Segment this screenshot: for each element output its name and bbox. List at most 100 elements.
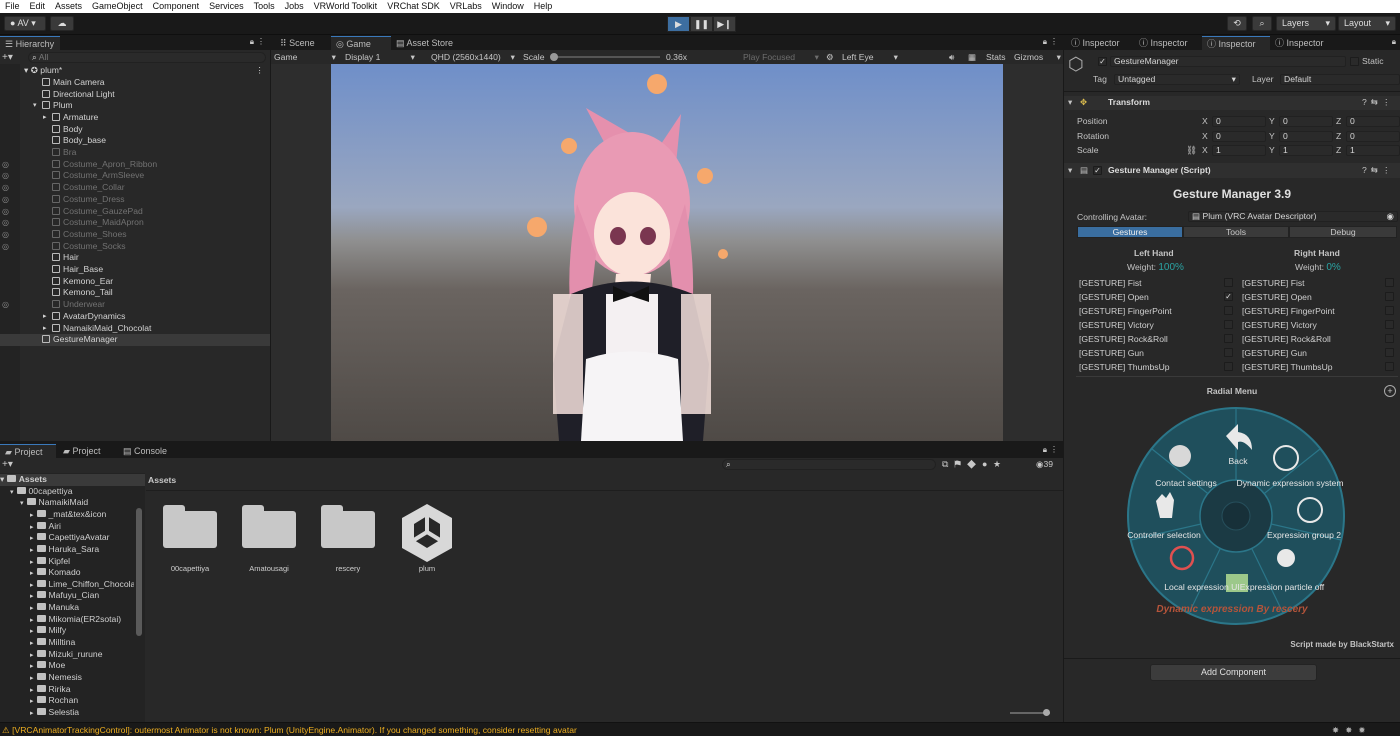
object-name-input[interactable]: GestureManager — [1110, 56, 1346, 67]
menu-item-vrworld-toolkit[interactable]: VRWorld Toolkit — [309, 0, 383, 13]
static-checkbox[interactable] — [1350, 57, 1359, 66]
audio-icon[interactable]: 🔊︎ — [949, 50, 954, 64]
menu-item-assets[interactable]: Assets — [50, 0, 87, 13]
tag-dropdown[interactable]: Untagged ▾ — [1114, 74, 1240, 85]
tree-folder[interactable]: ▸ Milfy — [30, 625, 134, 637]
hierarchy-item[interactable]: Costume_MaidApron — [0, 217, 270, 229]
step-button[interactable]: ▶❙ — [713, 16, 736, 32]
transform-header[interactable]: ▾ ✥ Transform ?⇆⋮ — [1064, 96, 1400, 110]
left-gesture-checkbox[interactable] — [1224, 348, 1233, 357]
account-dropdown[interactable]: ● AV ▾ — [4, 16, 46, 31]
hierarchy-item[interactable]: Costume_Collar — [0, 182, 270, 194]
hidden-count[interactable]: ◉39 — [1036, 459, 1053, 470]
kebab-menu-icon[interactable]: ⋮ — [1050, 37, 1058, 46]
hierarchy-item[interactable]: ▾ Plum — [0, 100, 270, 112]
hierarchy-item[interactable]: ▸ Armature — [0, 112, 270, 124]
hierarchy-item[interactable]: Hair — [0, 252, 270, 264]
tab-inspector-3[interactable]: ⓘ Inspector — [1202, 36, 1270, 50]
radial-menu[interactable] — [1126, 406, 1346, 626]
layer-dropdown[interactable]: Default — [1280, 74, 1400, 85]
menu-item-vrlabs[interactable]: VRLabs — [445, 0, 487, 13]
lock-icon[interactable]: 🔒︎ — [1043, 445, 1047, 455]
tree-scrollbar[interactable] — [136, 508, 142, 636]
hierarchy-search-input[interactable]: ⌕ All — [28, 52, 266, 63]
tab-scene[interactable]: ⠿ Scene — [275, 36, 333, 50]
add-icon[interactable]: +▾ — [2, 52, 13, 63]
transform-scale-x-input[interactable]: 1 — [1212, 145, 1266, 156]
right-gesture-checkbox[interactable] — [1385, 292, 1394, 301]
hidden-eye-icon[interactable]: ◎ — [2, 182, 9, 194]
tree-folder[interactable]: ▸ Selestia — [30, 707, 134, 719]
left-gesture-checkbox[interactable]: ✓ — [1224, 292, 1233, 301]
radial-item-label[interactable]: Contact settings — [1155, 478, 1217, 488]
radial-item-label[interactable]: Expression particle off — [1240, 582, 1324, 592]
game-mode-dropdown[interactable]: Game ▾ — [274, 50, 336, 64]
hidden-eye-icon[interactable]: ◎ — [2, 159, 9, 171]
hierarchy-item[interactable]: ▸ AvatarDynamics — [0, 311, 270, 323]
foldout-arrow-icon[interactable]: ▸ — [43, 112, 47, 124]
right-gesture-row[interactable]: [GESTURE] Gun — [1242, 346, 1307, 360]
foldout-arrow-icon[interactable]: ▾ — [33, 100, 37, 112]
tree-folder[interactable]: ▸ Haruka_Sara — [30, 544, 134, 556]
subtab-gestures[interactable]: Gestures — [1077, 226, 1183, 238]
tree-folder[interactable]: ▸ Lime_Chiffon_Chocolat — [30, 579, 134, 591]
component-tools-icons[interactable]: ?⇆⋮ — [1362, 165, 1395, 176]
transform-position-x-input[interactable]: 0 — [1212, 116, 1266, 127]
asset-item[interactable]: 00capettiya — [160, 502, 220, 573]
search-button[interactable]: ⌕ — [1252, 16, 1272, 31]
menu-item-tools[interactable]: Tools — [249, 0, 280, 13]
add-circle-icon[interactable]: + — [1384, 385, 1396, 397]
layout-dropdown[interactable]: Layout ▾ — [1338, 16, 1396, 31]
tab-inspector-1[interactable]: ⓘ Inspector — [1066, 36, 1134, 50]
right-gesture-row[interactable]: [GESTURE] ThumbsUp — [1242, 360, 1333, 374]
history-button[interactable]: ⟲ — [1227, 16, 1247, 31]
link-scale-icon[interactable]: ⛓ — [1186, 145, 1197, 156]
asset-item[interactable]: plum — [397, 502, 457, 573]
hierarchy-item[interactable]: Costume_ArmSleeve — [0, 170, 270, 182]
tree-folder[interactable]: ▸ Milltina — [30, 637, 134, 649]
tab-inspector-2[interactable]: ⓘ Inspector — [1134, 36, 1202, 50]
foldout-arrow-icon[interactable]: ▸ — [43, 311, 47, 323]
tree-folder[interactable]: ▸ Nemesis — [30, 672, 134, 684]
hierarchy-item[interactable]: Bra — [0, 147, 270, 159]
tab-hierarchy[interactable]: ☰ Hierarchy — [0, 36, 60, 50]
right-gesture-row[interactable]: [GESTURE] FingerPoint — [1242, 304, 1335, 318]
scene-row[interactable]: ▾ ✪ plum* ⋮ — [24, 65, 270, 77]
script-enabled-checkbox[interactable]: ✓ — [1093, 166, 1102, 175]
hidden-eye-icon[interactable]: ◎ — [2, 170, 9, 182]
menu-item-jobs[interactable]: Jobs — [280, 0, 309, 13]
right-gesture-checkbox[interactable] — [1385, 334, 1394, 343]
tree-root[interactable]: ▾ Assets — [0, 474, 145, 486]
play-button[interactable]: ▶ — [667, 16, 690, 32]
status-bar[interactable]: ⚠ [VRCAnimatorTrackingControl]: outermos… — [0, 722, 1400, 736]
tree-folder[interactable]: ▸ Komado — [30, 567, 134, 579]
radial-item-label[interactable]: Local expression UI — [1164, 582, 1239, 592]
tree-folder[interactable]: ▸ Airi — [30, 521, 134, 533]
active-checkbox[interactable]: ✓ — [1098, 57, 1107, 66]
menu-item-vrchat-sdk[interactable]: VRChat SDK — [382, 0, 445, 13]
kebab-menu-icon[interactable]: ⋮ — [257, 37, 265, 46]
left-gesture-checkbox[interactable] — [1224, 278, 1233, 287]
component-tools-icons[interactable]: ?⇆⋮ — [1362, 97, 1395, 108]
hidden-eye-icon[interactable]: ◎ — [2, 241, 9, 253]
right-gesture-checkbox[interactable] — [1385, 348, 1394, 357]
tree-folder[interactable]: ▸ CapettiyaAvatar — [30, 532, 134, 544]
hidden-eye-icon[interactable]: ◎ — [2, 299, 9, 311]
kebab-menu-icon[interactable]: ⋮ — [1050, 445, 1058, 454]
left-gesture-checkbox[interactable] — [1224, 362, 1233, 371]
tab-inspector-4[interactable]: ⓘ Inspector — [1270, 36, 1338, 50]
menu-item-file[interactable]: File — [0, 0, 25, 13]
tab-project-2[interactable]: ▰ Project — [58, 444, 114, 458]
left-gesture-row[interactable]: [GESTURE] Rock&Roll — [1079, 332, 1168, 346]
hidden-eye-icon[interactable]: ◎ — [2, 229, 9, 241]
cloud-button[interactable]: ☁ — [50, 16, 74, 31]
transform-position-z-input[interactable]: 0 — [1346, 116, 1400, 127]
subtab-debug[interactable]: Debug — [1289, 226, 1397, 238]
hierarchy-item[interactable]: Body_base — [0, 135, 270, 147]
menu-item-gameobject[interactable]: GameObject — [87, 0, 148, 13]
hierarchy-item[interactable]: Costume_GauzePad — [0, 206, 270, 218]
lock-icon[interactable]: 🔒︎ — [250, 37, 254, 47]
grid-icon[interactable]: ▦ — [968, 50, 976, 64]
menu-item-help[interactable]: Help — [529, 0, 558, 13]
zoom-slider-thumb[interactable] — [1043, 709, 1050, 716]
